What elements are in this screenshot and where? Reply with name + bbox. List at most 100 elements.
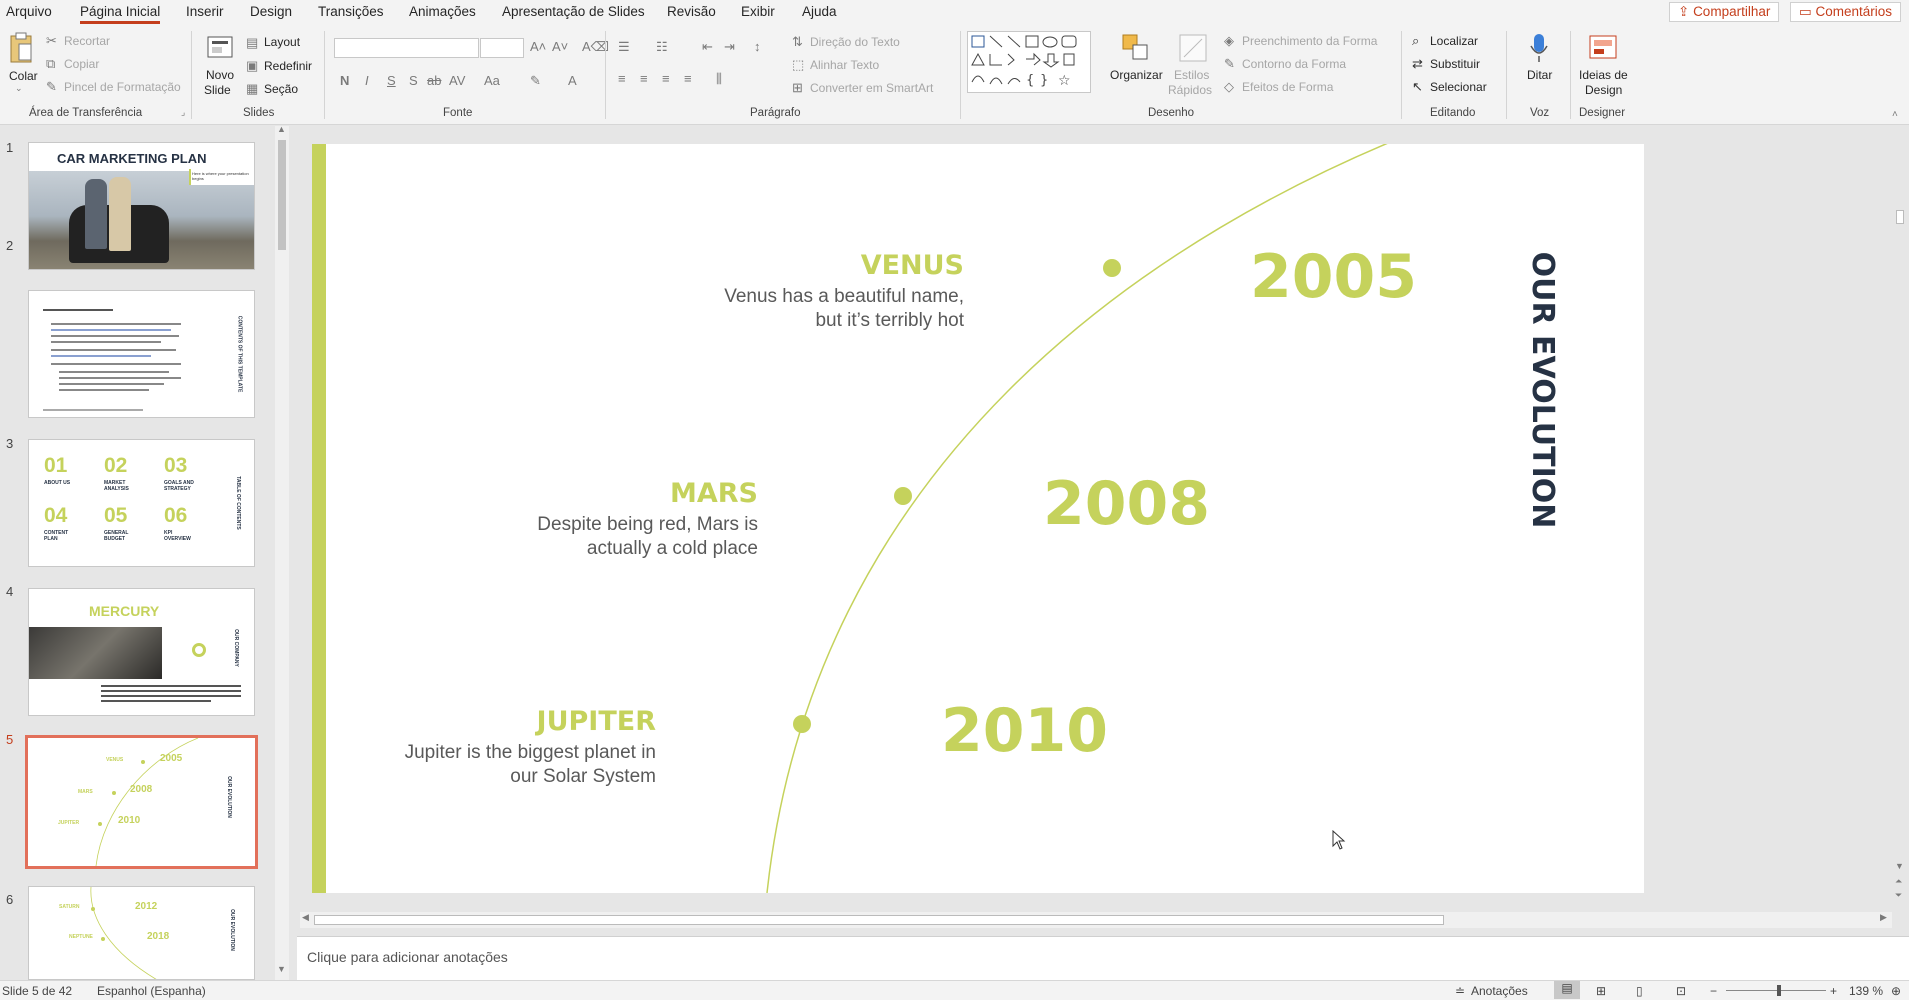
year-2008[interactable]: 2008 <box>1043 469 1210 539</box>
scroll-left-icon[interactable]: ◀ <box>302 912 309 923</box>
quick-styles-label-2[interactable]: Rápidos <box>1168 83 1212 97</box>
align-center-icon[interactable]: ≡ <box>640 71 648 86</box>
tab-pagina-inicial[interactable]: Página Inicial <box>80 4 161 24</box>
scroll-up-icon[interactable]: ▲ <box>277 124 286 134</box>
columns-icon[interactable]: ⫼ <box>716 71 722 87</box>
grow-font-icon[interactable]: A˄ <box>530 39 546 54</box>
align-right-icon[interactable]: ≡ <box>662 71 670 86</box>
new-slide-label-2[interactable]: Slide <box>204 83 231 97</box>
char-spacing-icon[interactable]: AV <box>449 73 465 88</box>
tab-inserir[interactable]: Inserir <box>186 4 224 19</box>
copy-button[interactable]: Copiar <box>64 57 99 71</box>
year-2010[interactable]: 2010 <box>941 696 1108 766</box>
scrollbar-thumb[interactable] <box>314 915 1444 925</box>
slide-vertical-scrollbar[interactable]: ▼ ⏶ ⏷ <box>1893 126 1907 918</box>
share-button[interactable]: ⇪ Compartilhar <box>1669 2 1780 22</box>
replace-button[interactable]: Substituir <box>1430 57 1480 71</box>
previous-slide-icon[interactable]: ⏶ <box>1895 876 1902 887</box>
highlight-icon[interactable]: ✎ <box>530 73 541 89</box>
quick-styles-icon[interactable] <box>1178 33 1208 63</box>
italic-icon[interactable]: I <box>365 73 369 88</box>
design-ideas-label-1[interactable]: Ideias de <box>1579 68 1628 82</box>
tab-apresentacao[interactable]: Apresentação de Slides <box>502 4 645 19</box>
paste-label[interactable]: Colar <box>9 69 38 83</box>
font-color-icon[interactable]: A <box>568 73 577 88</box>
tab-animacoes[interactable]: Animações <box>409 4 476 19</box>
timeline-item[interactable]: MARS Despite being red, Mars is actually… <box>402 478 758 561</box>
slide-side-title[interactable]: OUR EVOLUTION <box>1520 250 1560 530</box>
format-painter-button[interactable]: Pincel de Formatação <box>64 80 181 94</box>
slideshow-icon[interactable]: ⊡ <box>1676 984 1686 998</box>
slide-thumbnail-5[interactable]: VENUS MARS JUPITER 2005 2008 2010 OUR EV… <box>25 735 258 869</box>
align-left-icon[interactable]: ≡ <box>618 71 626 86</box>
tab-design[interactable]: Design <box>250 4 292 19</box>
scroll-down-icon[interactable]: ▼ <box>1895 861 1904 871</box>
cut-button[interactable]: Recortar <box>64 34 110 48</box>
bold-icon[interactable]: N <box>340 73 349 88</box>
select-button[interactable]: Selecionar <box>1430 80 1487 94</box>
dictate-button[interactable]: Ditar <box>1527 68 1552 82</box>
smartart-button[interactable]: Converter em SmartArt <box>810 81 933 95</box>
zoom-slider-thumb[interactable] <box>1777 985 1781 996</box>
normal-view-icon[interactable]: ▤ <box>1554 981 1580 999</box>
section-button[interactable]: Seção <box>264 82 298 96</box>
shadow-icon[interactable]: S <box>409 73 418 88</box>
paste-icon[interactable] <box>8 32 34 64</box>
arrange-icon[interactable] <box>1121 33 1151 63</box>
zoom-in-icon[interactable]: + <box>1830 984 1837 998</box>
notes-pane[interactable]: Clique para adicionar anotações <box>297 936 1909 980</box>
timeline-item[interactable]: VENUS Venus has a beautiful name, but it… <box>612 250 964 333</box>
slide-sorter-icon[interactable]: ⊞ <box>1596 984 1606 998</box>
underline-icon[interactable]: S <box>387 73 396 88</box>
notes-placeholder[interactable]: Clique para adicionar anotações <box>307 949 508 965</box>
text-direction-button[interactable]: Direção do Texto <box>810 35 900 49</box>
slide-thumbnail-6[interactable]: SATURN NEPTUNE 2012 2018 OUR EVOLUTION <box>28 886 255 980</box>
justify-icon[interactable]: ≡ <box>684 71 692 86</box>
slide-horizontal-scrollbar[interactable]: ◀ ▶ <box>300 912 1892 928</box>
slide-thumbnail-3[interactable]: 01 ABOUT US 02 MARKET ANALYSIS 03 GOALS … <box>28 439 255 567</box>
design-ideas-icon[interactable] <box>1588 32 1618 62</box>
slide-thumbnail-1[interactable]: CAR MARKETING PLAN Here is where your pr… <box>28 142 255 270</box>
language-indicator[interactable]: Espanhol (Espanha) <box>97 984 206 998</box>
current-slide[interactable]: VENUS Venus has a beautiful name, but it… <box>312 144 1644 893</box>
align-text-button[interactable]: Alinhar Texto <box>810 58 879 72</box>
reading-view-icon[interactable]: ▯ <box>1636 984 1643 998</box>
tab-ajuda[interactable]: Ajuda <box>802 4 837 19</box>
scrollbar-thumb[interactable] <box>1896 210 1904 224</box>
slide-thumbnail-2[interactable]: CONTENTS OF THIS TEMPLATE <box>28 290 255 418</box>
next-slide-icon[interactable]: ⏷ <box>1895 890 1902 901</box>
shape-outline-button[interactable]: Contorno da Forma <box>1242 57 1346 71</box>
tab-transicoes[interactable]: Transições <box>318 4 384 19</box>
scrollbar-thumb[interactable] <box>278 140 286 250</box>
microphone-icon[interactable] <box>1528 32 1550 64</box>
new-slide-icon[interactable] <box>206 33 236 61</box>
line-spacing-icon[interactable]: ↕ <box>754 39 761 54</box>
font-family-select[interactable] <box>334 38 479 58</box>
new-slide-label-1[interactable]: Novo <box>206 68 234 82</box>
shapes-gallery[interactable]: { } ☆ <box>967 31 1091 93</box>
tab-exibir[interactable]: Exibir <box>741 4 775 19</box>
collapse-ribbon-icon[interactable]: ˄ <box>1892 109 1898 120</box>
zoom-level[interactable]: 139 % <box>1849 984 1883 998</box>
tab-revisao[interactable]: Revisão <box>667 4 716 19</box>
shape-fill-button[interactable]: Preenchimento da Forma <box>1242 34 1377 48</box>
thumbnail-scrollbar[interactable]: ▲ ▼ <box>275 124 289 980</box>
reset-button[interactable]: Redefinir <box>264 59 312 73</box>
zoom-slider[interactable] <box>1726 990 1826 991</box>
change-case-icon[interactable]: Aa <box>484 73 500 88</box>
tab-arquivo[interactable]: Arquivo <box>6 4 52 19</box>
arrange-button[interactable]: Organizar <box>1110 68 1163 82</box>
scroll-down-icon[interactable]: ▼ <box>277 964 286 974</box>
notes-toggle-button[interactable]: Anotações <box>1471 984 1528 998</box>
bullets-icon[interactable]: ☰ <box>618 39 630 55</box>
scroll-right-icon[interactable]: ▶ <box>1880 912 1887 923</box>
chevron-down-icon[interactable]: ⌄ <box>15 83 23 94</box>
quick-styles-label-1[interactable]: Estilos <box>1174 68 1209 82</box>
design-ideas-label-2[interactable]: Design <box>1585 83 1622 97</box>
shape-effects-button[interactable]: Efeitos de Forma <box>1242 80 1333 94</box>
numbering-icon[interactable]: ☷ <box>656 39 668 55</box>
timeline-item[interactable]: JUPITER Jupiter is the biggest planet in… <box>312 706 656 789</box>
year-2005[interactable]: 2005 <box>1250 242 1417 312</box>
slide-thumbnail-4[interactable]: MERCURY OUR COMPANY <box>28 588 255 716</box>
layout-button[interactable]: Layout <box>264 35 300 49</box>
